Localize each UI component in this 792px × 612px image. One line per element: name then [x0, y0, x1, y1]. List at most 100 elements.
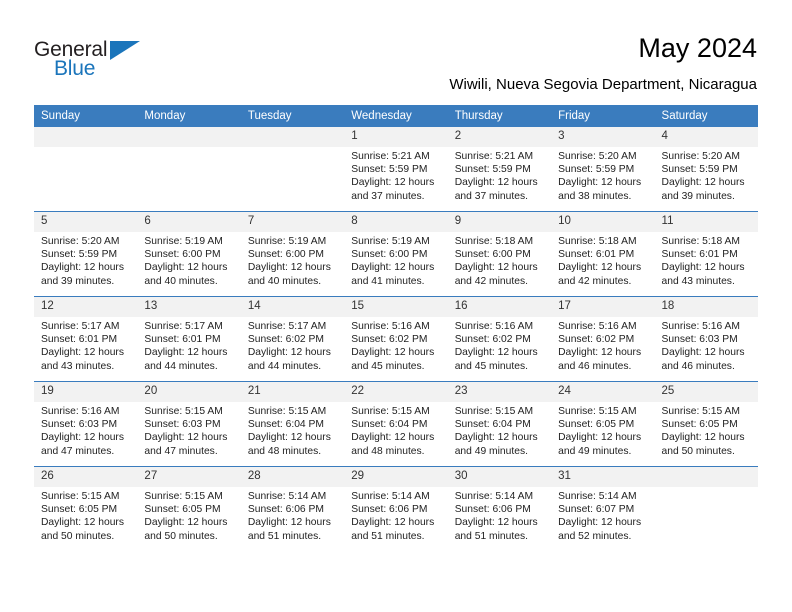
weekday-header-wednesday: Wednesday	[344, 105, 448, 127]
sunrise-text: Sunrise: 5:19 AM	[351, 236, 430, 247]
day-details: Sunrise: 5:14 AM Sunset: 6:07 PM Daylight:…	[551, 487, 654, 543]
day-details: Sunrise: 5:18 AM Sunset: 6:01 PM Daylight:…	[655, 232, 758, 288]
day-details: Sunrise: 5:16 AM Sunset: 6:03 PM Daylight:…	[655, 317, 758, 373]
calendar-day-cell[interactable]: 15 Sunrise: 5:16 AM Sunset: 6:02 PM Dayligh…	[344, 296, 448, 382]
calendar-day-cell[interactable]: 30 Sunrise: 5:14 AM Sunset: 6:06 PM Dayligh…	[447, 466, 552, 551]
weekday-header-thursday: Thursday	[447, 105, 552, 127]
logo-triangle-icon	[110, 41, 140, 60]
daylight-text: Daylight: 12 hours and 44 minutes.	[247, 347, 331, 372]
calendar-day-cell[interactable]: 10 Sunrise: 5:18 AM Sunset: 6:01 PM Dayligh…	[551, 211, 655, 297]
daylight-text: Daylight: 12 hours and 45 minutes.	[454, 347, 538, 372]
sunrise-text: Sunrise: 5:14 AM	[558, 491, 637, 502]
day-details: Sunrise: 5:20 AM Sunset: 5:59 PM Daylight:…	[34, 232, 137, 288]
calendar-day-cell[interactable]: 8 Sunrise: 5:19 AM Sunset: 6:00 PM Daylight…	[344, 211, 448, 297]
daylight-text: Daylight: 12 hours and 50 minutes.	[41, 517, 124, 542]
calendar-day-cell[interactable]: 29 Sunrise: 5:14 AM Sunset: 6:06 PM Dayligh…	[344, 466, 448, 551]
daylight-text: Daylight: 12 hours and 39 minutes.	[41, 262, 124, 287]
sunrise-text: Sunrise: 5:18 AM	[454, 236, 534, 247]
calendar-day-cell[interactable]: 1 Sunrise: 5:21 AM Sunset: 5:59 PM Daylight…	[344, 127, 448, 212]
daylight-text: Daylight: 12 hours and 37 minutes.	[351, 177, 435, 202]
calendar-day-cell[interactable]: 21 Sunrise: 5:15 AM Sunset: 6:04 PM Dayligh…	[240, 381, 345, 467]
sunset-text: Sunset: 6:05 PM	[661, 419, 738, 431]
day-number: 20	[137, 382, 241, 402]
calendar-day-cell[interactable]: 5 Sunrise: 5:20 AM Sunset: 5:59 PM Daylight…	[34, 211, 138, 297]
sunrise-text: Sunrise: 5:17 AM	[247, 321, 327, 332]
day-number: 23	[447, 382, 552, 402]
calendar-day-cell[interactable]: 17 Sunrise: 5:16 AM Sunset: 6:02 PM Dayligh…	[551, 296, 655, 382]
calendar-day-cell[interactable]: 27 Sunrise: 5:15 AM Sunset: 6:05 PM Dayligh…	[137, 466, 241, 551]
weekday-header-friday: Friday	[551, 105, 655, 127]
general-blue-logo[interactable]: General Blue	[34, 38, 154, 80]
calendar-day-cell[interactable]: 6 Sunrise: 5:19 AM Sunset: 6:00 PM Daylight…	[137, 211, 241, 297]
sunset-text: Sunset: 6:01 PM	[558, 249, 635, 261]
daylight-text: Daylight: 12 hours and 47 minutes.	[144, 432, 228, 457]
calendar-day-cell[interactable]: 22 Sunrise: 5:15 AM Sunset: 6:04 PM Dayligh…	[344, 381, 448, 467]
sunrise-text: Sunrise: 5:15 AM	[144, 491, 223, 502]
sunset-text: Sunset: 6:04 PM	[454, 419, 531, 431]
day-number	[34, 127, 138, 147]
day-number: 8	[344, 212, 448, 232]
daylight-text: Daylight: 12 hours and 49 minutes.	[454, 432, 538, 457]
day-number: 2	[447, 127, 552, 147]
calendar-day-cell[interactable]: 18 Sunrise: 5:16 AM Sunset: 6:03 PM Dayligh…	[654, 296, 758, 382]
sunrise-text: Sunrise: 5:19 AM	[144, 236, 223, 247]
calendar-day-cell[interactable]: 19 Sunrise: 5:16 AM Sunset: 6:03 PM Dayligh…	[34, 381, 138, 467]
calendar-day-cell[interactable]: 25 Sunrise: 5:15 AM Sunset: 6:05 PM Dayligh…	[654, 381, 758, 467]
calendar-day-cell[interactable]: 26 Sunrise: 5:15 AM Sunset: 6:05 PM Dayligh…	[34, 466, 138, 551]
calendar-day-cell[interactable]: 14 Sunrise: 5:17 AM Sunset: 6:02 PM Dayligh…	[240, 296, 345, 382]
calendar-day-cell[interactable]: 16 Sunrise: 5:16 AM Sunset: 6:02 PM Dayligh…	[447, 296, 552, 382]
calendar-day-cell[interactable]: 9 Sunrise: 5:18 AM Sunset: 6:00 PM Daylight…	[447, 211, 552, 297]
sunset-text: Sunset: 6:00 PM	[454, 249, 531, 261]
day-details: Sunrise: 5:15 AM Sunset: 6:04 PM Daylight:…	[344, 402, 447, 458]
sunset-text: Sunset: 6:01 PM	[661, 249, 738, 261]
calendar-day-cell-empty	[654, 466, 758, 551]
calendar-day-cell[interactable]: 3 Sunrise: 5:20 AM Sunset: 5:59 PM Daylight…	[551, 127, 655, 212]
sunset-text: Sunset: 5:59 PM	[558, 164, 635, 176]
day-details: Sunrise: 5:15 AM Sunset: 6:05 PM Daylight:…	[137, 487, 240, 543]
day-number: 21	[240, 382, 345, 402]
sunrise-text: Sunrise: 5:14 AM	[351, 491, 430, 502]
calendar-day-cell[interactable]: 31 Sunrise: 5:14 AM Sunset: 6:07 PM Dayligh…	[551, 466, 655, 551]
calendar-day-cell[interactable]: 24 Sunrise: 5:15 AM Sunset: 6:05 PM Dayligh…	[551, 381, 655, 467]
day-details: Sunrise: 5:19 AM Sunset: 6:00 PM Daylight:…	[137, 232, 240, 288]
calendar-day-cell[interactable]: 2 Sunrise: 5:21 AM Sunset: 5:59 PM Daylight…	[447, 127, 552, 212]
calendar-body: 1 Sunrise: 5:21 AM Sunset: 5:59 PM Daylight…	[34, 127, 758, 551]
sunset-text: Sunset: 5:59 PM	[661, 164, 738, 176]
day-details: Sunrise: 5:16 AM Sunset: 6:02 PM Daylight:…	[344, 317, 447, 373]
sunrise-text: Sunrise: 5:19 AM	[247, 236, 327, 247]
sunset-text: Sunset: 6:02 PM	[454, 334, 531, 346]
day-details: Sunrise: 5:17 AM Sunset: 6:01 PM Daylight:…	[137, 317, 240, 373]
sunset-text: Sunset: 6:00 PM	[247, 249, 324, 261]
sunset-text: Sunset: 6:04 PM	[247, 419, 324, 431]
sunset-text: Sunset: 5:59 PM	[351, 164, 428, 176]
calendar-day-cell[interactable]: 12 Sunrise: 5:17 AM Sunset: 6:01 PM Dayligh…	[34, 296, 138, 382]
calendar-day-cell[interactable]: 13 Sunrise: 5:17 AM Sunset: 6:01 PM Dayligh…	[137, 296, 241, 382]
calendar-week-row: 12 Sunrise: 5:17 AM Sunset: 6:01 PM Dayligh…	[34, 296, 758, 382]
calendar-day-cell[interactable]: 4 Sunrise: 5:20 AM Sunset: 5:59 PM Daylight…	[654, 127, 758, 212]
day-details: Sunrise: 5:16 AM Sunset: 6:02 PM Daylight:…	[551, 317, 654, 373]
day-details: Sunrise: 5:17 AM Sunset: 6:01 PM Daylight:…	[34, 317, 137, 373]
day-details: Sunrise: 5:15 AM Sunset: 6:04 PM Daylight:…	[448, 402, 551, 458]
calendar-week-row: 19 Sunrise: 5:16 AM Sunset: 6:03 PM Dayligh…	[34, 381, 758, 467]
calendar-day-cell-empty	[137, 127, 241, 212]
daylight-text: Daylight: 12 hours and 42 minutes.	[558, 262, 642, 287]
sunrise-text: Sunrise: 5:15 AM	[558, 406, 637, 417]
daylight-text: Daylight: 12 hours and 51 minutes.	[351, 517, 435, 542]
sunset-text: Sunset: 6:01 PM	[144, 334, 221, 346]
calendar-day-cell[interactable]: 28 Sunrise: 5:14 AM Sunset: 6:06 PM Dayligh…	[240, 466, 345, 551]
day-number: 11	[654, 212, 758, 232]
sunset-text: Sunset: 6:03 PM	[41, 419, 118, 431]
sunrise-text: Sunrise: 5:15 AM	[454, 406, 534, 417]
calendar-day-cell[interactable]: 20 Sunrise: 5:15 AM Sunset: 6:03 PM Dayligh…	[137, 381, 241, 467]
daylight-text: Daylight: 12 hours and 46 minutes.	[661, 347, 745, 372]
calendar-day-cell[interactable]: 7 Sunrise: 5:19 AM Sunset: 6:00 PM Daylight…	[240, 211, 345, 297]
calendar-day-cell[interactable]: 23 Sunrise: 5:15 AM Sunset: 6:04 PM Dayligh…	[447, 381, 552, 467]
daylight-text: Daylight: 12 hours and 39 minutes.	[661, 177, 745, 202]
calendar-day-cell[interactable]: 11 Sunrise: 5:18 AM Sunset: 6:01 PM Dayligh…	[654, 211, 758, 297]
day-number: 12	[34, 297, 138, 317]
daylight-text: Daylight: 12 hours and 40 minutes.	[144, 262, 228, 287]
sunrise-text: Sunrise: 5:15 AM	[41, 491, 120, 502]
day-number: 10	[551, 212, 655, 232]
sunrise-text: Sunrise: 5:16 AM	[41, 406, 120, 417]
sunset-text: Sunset: 5:59 PM	[454, 164, 531, 176]
